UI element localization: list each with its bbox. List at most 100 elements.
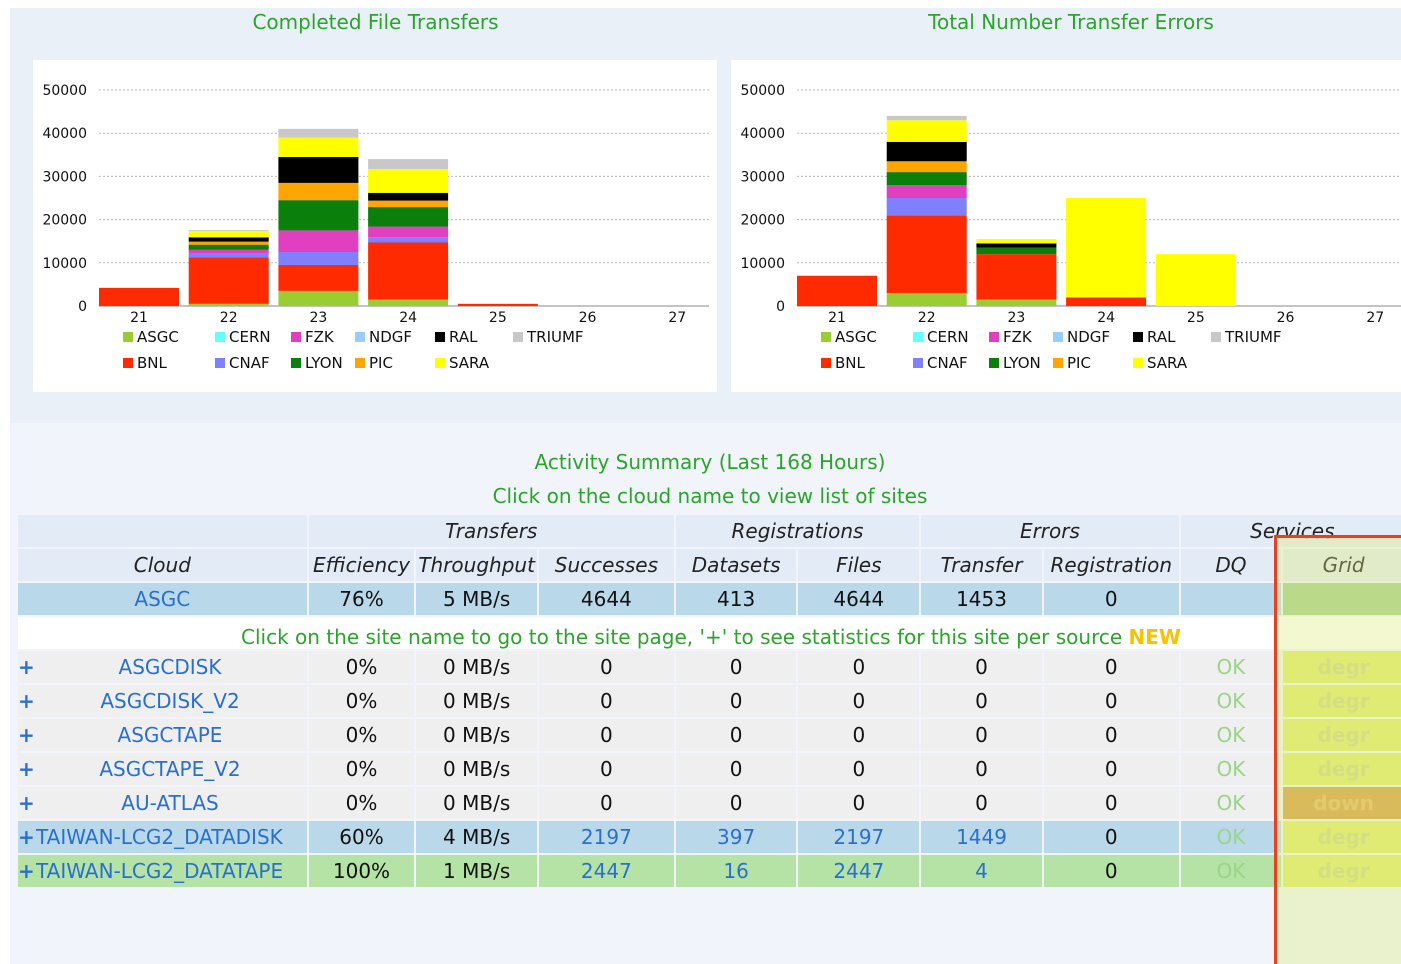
legend-swatch — [123, 358, 133, 368]
site-link[interactable]: TAIWAN-LCG2_DATATAPE — [36, 859, 283, 883]
y-tick-label: 0 — [776, 299, 785, 315]
bar-segment — [188, 303, 269, 306]
site-dq-status: OK — [1180, 787, 1282, 819]
legend-swatch — [355, 358, 365, 368]
site-dq-status: OK — [1180, 855, 1282, 887]
site-message: Click on the site name to go to the site… — [18, 617, 1401, 649]
site-efficiency: 100% — [308, 855, 415, 887]
site-efficiency: 0% — [308, 753, 415, 785]
legend-label: TRIUMF — [526, 328, 584, 346]
bar-segment — [797, 275, 877, 306]
site-efficiency: 0% — [308, 787, 415, 819]
x-tick-label: 26 — [1277, 310, 1295, 326]
bar-segment — [368, 242, 449, 300]
col-throughput: Throughput — [416, 549, 537, 581]
header-registrations: Registrations — [675, 515, 920, 547]
col-dq: DQ — [1180, 549, 1282, 581]
site-throughput: 0 MB/s — [416, 685, 537, 717]
legend-label: ASGC — [835, 328, 877, 346]
bar-segment — [976, 299, 1057, 306]
site-registration: 0 — [1043, 719, 1179, 751]
site-name-cell: + ASGCDISK_V2 — [18, 685, 307, 717]
x-tick-label: 25 — [489, 310, 507, 326]
legend-label: LYON — [305, 354, 343, 372]
bar-segment — [368, 169, 449, 193]
col-registration: Registration — [1043, 549, 1179, 581]
site-registration: 0 — [1043, 651, 1179, 683]
site-grid-status: degr — [1283, 719, 1401, 751]
expand-plus-button[interactable]: + — [18, 689, 36, 713]
site-link[interactable]: TAIWAN-LCG2_DATADISK — [36, 825, 283, 849]
expand-plus-button[interactable]: + — [18, 859, 36, 883]
expand-plus-button[interactable]: + — [18, 655, 36, 679]
legend-label: PIC — [1067, 354, 1091, 372]
bar-segment — [1066, 297, 1147, 306]
y-tick-label: 10000 — [42, 256, 87, 272]
site-datasets: 0 — [675, 753, 797, 785]
expand-plus-button[interactable]: + — [18, 757, 36, 781]
y-tick-label: 30000 — [42, 169, 87, 185]
legend-swatch — [355, 332, 365, 342]
x-tick-label: 27 — [1366, 310, 1384, 326]
site-transfer: 0 — [921, 685, 1042, 717]
bar-segment — [188, 230, 269, 238]
bar-segment — [368, 207, 449, 227]
legend-swatch — [989, 358, 999, 368]
bar-segment — [886, 141, 967, 162]
site-datasets: 0 — [675, 651, 797, 683]
site-throughput: 1 MB/s — [416, 855, 537, 887]
x-tick-label: 26 — [579, 310, 597, 326]
site-dq-status: OK — [1180, 685, 1282, 717]
site-registration: 0 — [1043, 821, 1179, 853]
site-transfer: 1449 — [921, 821, 1042, 853]
legend-swatch — [1053, 332, 1063, 342]
col-cloud: Cloud — [18, 549, 307, 581]
bar-segment — [278, 264, 359, 291]
site-grid-status: degr — [1283, 821, 1401, 853]
site-successes: 0 — [538, 753, 674, 785]
site-name-cell: + AU-ATLAS — [18, 787, 307, 819]
site-transfer: 0 — [921, 719, 1042, 751]
bar-segment — [188, 229, 269, 231]
site-link[interactable]: ASGCTAPE — [36, 723, 304, 747]
site-datasets: 0 — [675, 719, 797, 751]
bar-segment — [368, 192, 449, 201]
legend-swatch — [913, 358, 923, 368]
cloud-throughput: 5 MB/s — [416, 583, 537, 615]
bar-segment — [976, 254, 1057, 300]
site-throughput: 0 MB/s — [416, 719, 537, 751]
site-files: 2447 — [798, 855, 920, 887]
header-services: Services — [1180, 515, 1401, 547]
bar-segment — [886, 172, 967, 186]
legend-swatch — [1133, 358, 1143, 368]
site-link[interactable]: ASGCTAPE_V2 — [36, 757, 304, 781]
site-link[interactable]: ASGCDISK_V2 — [36, 689, 304, 713]
legend-label: FZK — [305, 328, 335, 346]
bar-segment — [278, 156, 359, 183]
group-header-row: Transfers Registrations Errors Services — [18, 515, 1401, 547]
y-tick-label: 40000 — [740, 126, 785, 142]
bar-segment — [278, 252, 359, 265]
expand-plus-button[interactable]: + — [18, 825, 36, 849]
cloud-transfer-errors: 1453 — [921, 583, 1042, 615]
site-link[interactable]: ASGCDISK — [36, 655, 304, 679]
bar-segment — [886, 161, 967, 173]
y-tick-label: 40000 — [42, 126, 87, 142]
site-link[interactable]: AU-ATLAS — [36, 791, 304, 815]
site-datasets: 16 — [675, 855, 797, 887]
cloud-row: ASGC 76% 5 MB/s 4644 413 4644 1453 0 — [18, 583, 1401, 615]
site-dq-status: OK — [1180, 821, 1282, 853]
expand-plus-button[interactable]: + — [18, 723, 36, 747]
legend-label: LYON — [1003, 354, 1041, 372]
cloud-link[interactable]: ASGC — [18, 583, 307, 615]
site-name-cell: + ASGCDISK — [18, 651, 307, 683]
bar-segment — [278, 290, 359, 306]
legend-swatch — [821, 358, 831, 368]
site-name-cell: +TAIWAN-LCG2_DATADISK — [18, 821, 307, 853]
expand-plus-button[interactable]: + — [18, 791, 36, 815]
site-transfer: 0 — [921, 787, 1042, 819]
x-tick-label: 21 — [130, 310, 148, 326]
activity-summary-table: Transfers Registrations Errors Services … — [16, 513, 1401, 889]
legend-label: CERN — [229, 328, 271, 346]
legend-label: ASGC — [137, 328, 179, 346]
